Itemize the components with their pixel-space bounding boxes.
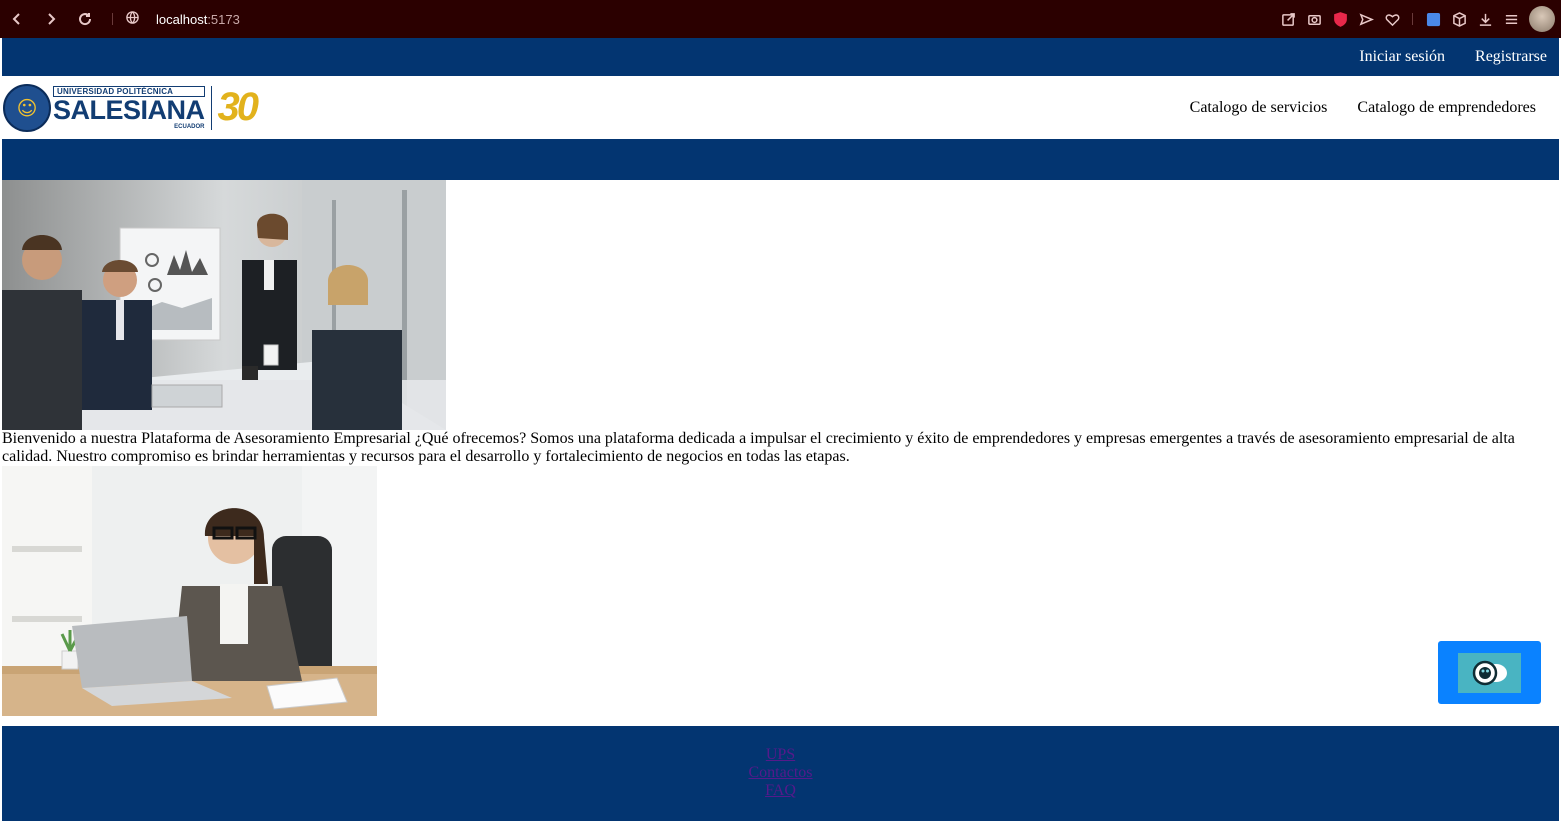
heart-icon[interactable] — [1384, 11, 1400, 27]
share-icon[interactable] — [1280, 11, 1296, 27]
profile-avatar[interactable] — [1529, 6, 1555, 32]
download-icon[interactable] — [1477, 11, 1493, 27]
blue-banner-band — [2, 139, 1559, 180]
shield-icon[interactable] — [1332, 11, 1348, 27]
logo-divider — [210, 85, 212, 130]
extensions-icon[interactable] — [1451, 11, 1467, 27]
back-button[interactable] — [0, 2, 34, 36]
send-icon[interactable] — [1358, 11, 1374, 27]
footer-link-faq[interactable]: FAQ — [765, 782, 796, 800]
register-link[interactable]: Registrarse — [1475, 48, 1547, 66]
logo-line3: ECUADOR — [174, 123, 205, 130]
footer-link-contacts[interactable]: Contactos — [749, 764, 813, 782]
translate-icon[interactable] — [1425, 11, 1441, 27]
logo-line2: SALESIANA — [53, 94, 205, 125]
login-link[interactable]: Iniciar sesión — [1359, 48, 1445, 66]
top-auth-bar: Iniciar sesión Registrarse — [2, 38, 1559, 76]
toolbar-divider — [1412, 13, 1413, 25]
nav-services-link[interactable]: Catalogo de servicios — [1190, 99, 1328, 117]
site-info-icon[interactable] — [125, 10, 140, 28]
camera-icon[interactable] — [1306, 11, 1322, 27]
logo-seal-icon: ☺ — [3, 83, 51, 132]
address-bar[interactable]: localhost:5173 — [125, 10, 240, 28]
intro-paragraph: Bienvenido a nuestra Plataforma de Aseso… — [2, 430, 1515, 465]
url-port: :5173 — [207, 11, 240, 27]
toolbar-divider — [112, 13, 113, 25]
anniversary-badge: 30 — [217, 85, 259, 129]
forward-button[interactable] — [34, 2, 68, 36]
reload-button[interactable] — [68, 2, 102, 36]
nav-entrepreneurs-link[interactable]: Catalogo de emprendedores — [1357, 99, 1536, 117]
footer-link-ups[interactable]: UPS — [766, 746, 795, 764]
chatbot-button[interactable] — [1438, 641, 1541, 704]
chat-bubbles-icon — [1472, 660, 1507, 685]
page: Iniciar sesión Registrarse ☺ UNIVERSIDAD… — [2, 38, 1559, 821]
browser-toolbar: localhost:5173 — [0, 0, 1561, 38]
url-host: localhost — [156, 11, 208, 27]
footer: UPS Contactos FAQ — [2, 726, 1559, 821]
main-nav: Catalogo de servicios Catalogo de empren… — [1190, 99, 1536, 117]
ups-logo[interactable]: ☺ UNIVERSIDAD POLITÉCNICA SALESIANA ECUA… — [2, 76, 259, 139]
woman-laptop-image — [2, 466, 377, 716]
main-header: ☺ UNIVERSIDAD POLITÉCNICA SALESIANA ECUA… — [2, 76, 1559, 139]
business-meeting-image — [2, 180, 446, 430]
menu-icon[interactable] — [1503, 11, 1519, 27]
